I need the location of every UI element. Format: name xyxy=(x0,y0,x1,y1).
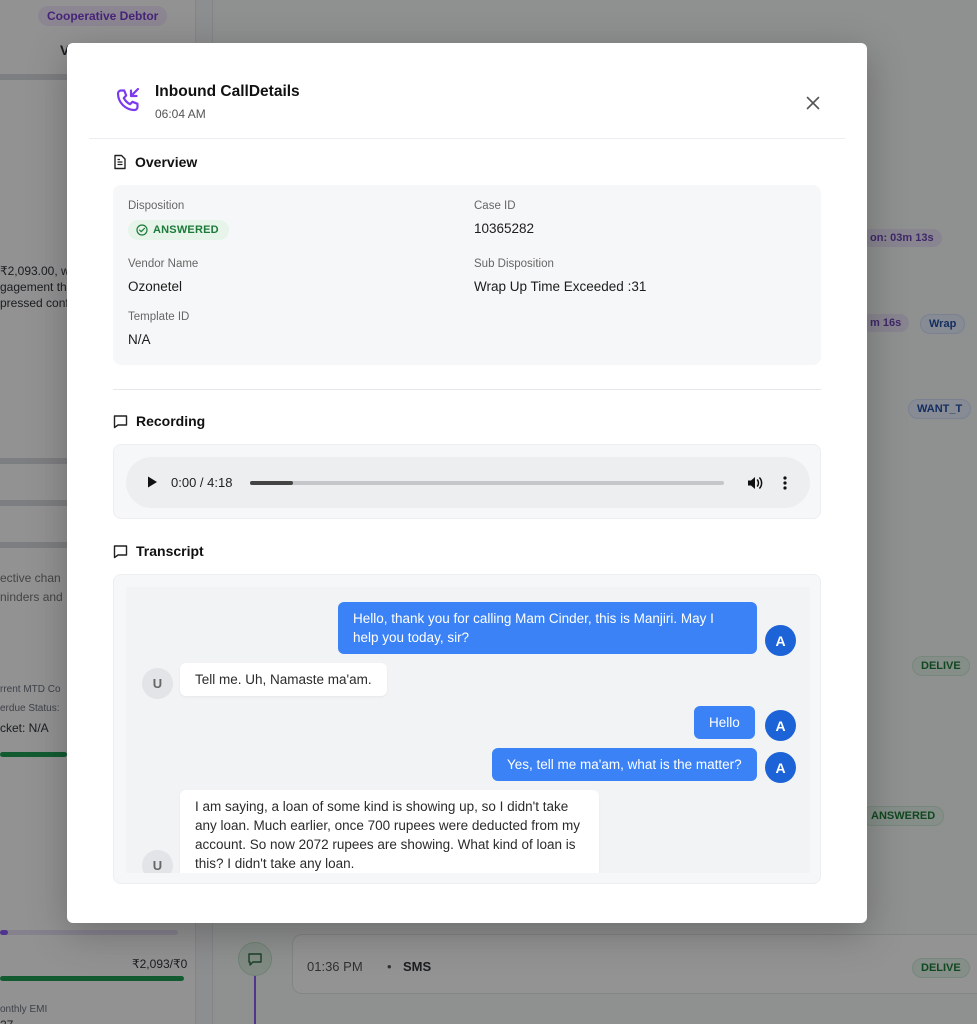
modal-header: Inbound CallDetails 06:04 AM xyxy=(89,65,845,139)
recording-heading: Recording xyxy=(113,413,205,429)
audio-player: 0:00 / 4:18 xyxy=(126,457,810,508)
disposition-badge: ANSWERED xyxy=(128,220,229,240)
volume-icon[interactable] xyxy=(746,474,764,492)
phone-incoming-icon xyxy=(116,87,140,112)
more-options-button[interactable] xyxy=(778,474,792,492)
transcript-scroll-area[interactable]: Hello, thank you for calling Mam Cinder,… xyxy=(126,587,810,873)
agent-message: Hello, thank you for calling Mam Cinder,… xyxy=(338,602,757,654)
section-divider xyxy=(113,389,821,390)
transcript-heading: Transcript xyxy=(113,543,204,559)
close-button[interactable] xyxy=(801,91,825,115)
call-time: 06:04 AM xyxy=(155,107,206,121)
vendor-value: Ozonetel xyxy=(128,279,183,294)
audio-buffered-fill xyxy=(250,481,293,485)
disposition-value: ANSWERED xyxy=(153,224,219,236)
user-avatar: U xyxy=(142,850,173,873)
sub-disposition-value: Wrap Up Time Exceeded :31 xyxy=(474,279,647,294)
recording-heading-label: Recording xyxy=(136,413,206,429)
recording-card: 0:00 / 4:18 xyxy=(113,444,821,519)
sub-disposition-label: Sub Disposition xyxy=(474,258,554,270)
case-id-label: Case ID xyxy=(474,200,516,212)
transcript-card: Hello, thank you for calling Mam Cinder,… xyxy=(113,574,821,884)
message-square-icon xyxy=(113,414,128,428)
message-square-icon xyxy=(113,544,128,558)
more-vertical-icon xyxy=(783,476,787,490)
user-message: Tell me. Uh, Namaste ma'am. xyxy=(180,663,387,696)
document-icon xyxy=(114,154,126,170)
overview-card: Disposition ANSWERED Case ID 10365282 Ve… xyxy=(113,185,821,365)
check-circle-icon xyxy=(136,224,148,236)
vendor-label: Vendor Name xyxy=(128,258,199,270)
case-id-value: 10365282 xyxy=(474,221,535,236)
audio-progress-bar[interactable] xyxy=(250,481,724,485)
disposition-label: Disposition xyxy=(128,200,185,212)
template-id-value: N/A xyxy=(128,332,151,347)
call-details-modal: Inbound CallDetails 06:04 AM Overview Di… xyxy=(67,43,867,923)
user-message: I am saying, a loan of some kind is show… xyxy=(180,790,599,873)
agent-avatar: A xyxy=(765,710,796,741)
agent-message: Hello xyxy=(694,706,755,739)
template-id-label: Template ID xyxy=(128,311,190,323)
user-avatar: U xyxy=(142,668,173,699)
modal-title: Inbound CallDetails xyxy=(155,83,300,100)
play-icon[interactable] xyxy=(144,474,160,490)
transcript-heading-label: Transcript xyxy=(136,543,204,559)
close-icon xyxy=(806,96,820,110)
agent-avatar: A xyxy=(765,625,796,656)
audio-time: 0:00 / 4:18 xyxy=(171,475,233,490)
agent-message: Yes, tell me ma'am, what is the matter? xyxy=(492,748,757,781)
agent-avatar: A xyxy=(765,752,796,783)
overview-heading: Overview xyxy=(113,154,197,170)
overview-heading-label: Overview xyxy=(135,154,198,170)
